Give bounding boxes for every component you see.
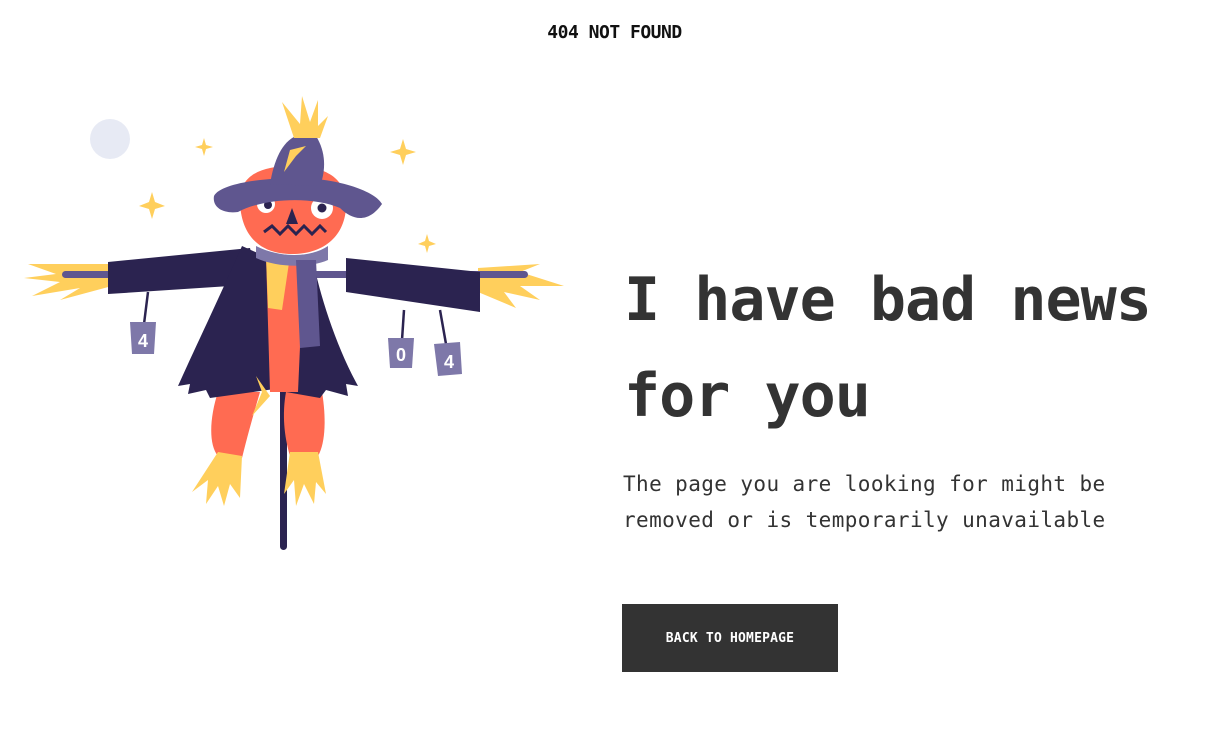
scarecrow-illustration: 4 0 4 (24, 96, 564, 550)
back-to-homepage-button[interactable]: BACK TO HOMEPAGE (622, 604, 838, 672)
can-label: 4 (138, 331, 148, 351)
sparkle-icon (418, 234, 436, 253)
moon-icon (90, 119, 130, 159)
hat-straw (282, 96, 328, 138)
foot-straw-left (192, 452, 242, 506)
pants (211, 392, 325, 458)
can-icon: 4 (434, 342, 462, 376)
sparkle-icon (390, 139, 416, 165)
page-title: 404 NOT FOUND (547, 22, 682, 43)
headline: I have bad news for you (624, 252, 1214, 444)
headline-line: I have bad news (624, 265, 1152, 335)
headline-line: for you (624, 361, 871, 431)
right-hand-straw (478, 264, 564, 308)
description: The page you are looking for might be re… (623, 466, 1163, 538)
left-hand-straw (24, 264, 112, 300)
sparkle-icon (195, 138, 213, 156)
coat (108, 246, 480, 416)
sparkle-icon (139, 192, 165, 219)
can-icon: 0 (388, 338, 414, 368)
description-line: The page you are looking for might be (623, 472, 1106, 496)
can-icon: 4 (130, 322, 156, 354)
can-label: 0 (396, 345, 406, 365)
description-line: removed or is temporarily unavailable (623, 508, 1106, 532)
foot-straw-right (284, 452, 326, 506)
can-label: 4 (444, 352, 454, 372)
